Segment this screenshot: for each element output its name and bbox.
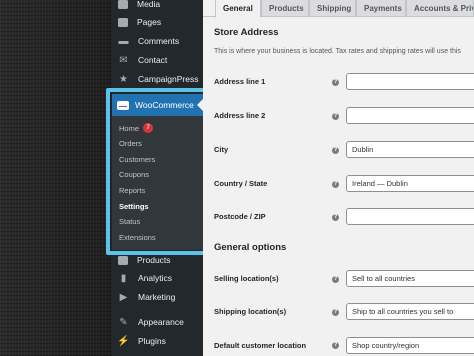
sidebar-item-label: CampaignPress	[138, 74, 199, 84]
submenu-item-label: Extensions	[119, 232, 156, 242]
products-icon	[118, 255, 128, 265]
address-line-2-label: Address line 2	[214, 111, 266, 120]
selling-locations-select[interactable]: Sell to all countries	[346, 270, 474, 287]
default-customer-location-select[interactable]: Shop country/region	[346, 337, 474, 354]
submenu-item-extensions[interactable]: Extensions	[119, 230, 156, 244]
appearance-icon: ✎	[119, 316, 128, 328]
tab-general[interactable]: General	[215, 0, 261, 18]
help-icon[interactable]: ?	[332, 342, 339, 349]
sidebar-item-label: Marketing	[138, 292, 176, 302]
sidebar-item-label: Appearance	[138, 317, 184, 327]
tab-shipping[interactable]: Shipping	[309, 0, 356, 17]
woocommerce-icon	[117, 100, 129, 110]
submenu-item-label: Orders	[119, 138, 142, 148]
star-icon: ★	[119, 73, 128, 85]
sidebar-item-appearance[interactable]: ✎ Appearance	[112, 312, 203, 332]
help-icon[interactable]: ?	[332, 147, 339, 154]
settings-content: General Products Shipping Payments Accou…	[203, 0, 474, 356]
pages-icon	[118, 17, 128, 27]
sidebar-item-label: Products	[137, 255, 171, 265]
sidebar-item-products[interactable]: Products	[112, 250, 203, 270]
analytics-icon: ▮	[120, 272, 127, 284]
shipping-locations-label: Shipping location(s)	[214, 307, 287, 316]
address-line-1-field[interactable]	[346, 73, 474, 90]
sidebar-item-label: WooCommerce	[135, 100, 194, 110]
tab-accounts-privacy[interactable]: Accounts & Priva	[406, 0, 474, 17]
address-line-2-field[interactable]	[346, 107, 474, 124]
default-customer-location-label: Default customer location	[214, 341, 307, 350]
sidebar-item-contact[interactable]: ✉ Contact	[112, 50, 203, 70]
submenu-item-label: Customers	[119, 154, 156, 164]
address-line-1-label: Address line 1	[214, 77, 266, 86]
contact-icon: ✉	[119, 54, 128, 66]
woocommerce-submenu: Home 7 Orders Customers Coupons Reports …	[112, 116, 203, 250]
sidebar-item-label: Media	[137, 0, 161, 9]
sidebar-item-woocommerce[interactable]: WooCommerce	[112, 94, 203, 116]
city-field[interactable]: Dublin	[346, 141, 474, 158]
tab-payments[interactable]: Payments	[356, 0, 406, 17]
section-title-store-address: Store Address	[214, 27, 279, 38]
submenu-item-label: Coupons	[119, 169, 150, 179]
submenu-item-status[interactable]: Status	[119, 214, 140, 228]
sidebar-item-label: Plugins	[138, 336, 166, 346]
store-address-description: This is where your business is located. …	[214, 48, 461, 55]
submenu-item-label: Home	[119, 123, 140, 133]
help-icon[interactable]: ?	[332, 214, 339, 221]
sidebar-item-comments[interactable]: ▬ Comments	[112, 31, 203, 51]
submenu-item-reports[interactable]: Reports	[119, 183, 145, 197]
comments-icon: ▬	[118, 35, 129, 47]
submenu-item-customers[interactable]: Customers	[119, 152, 155, 166]
help-icon[interactable]: ?	[332, 309, 339, 316]
settings-tabs: General Products Shipping Payments Accou…	[203, 0, 474, 18]
sidebar-item-label: Analytics	[138, 273, 173, 283]
background-texture	[0, 0, 112, 356]
help-icon[interactable]: ?	[332, 79, 339, 86]
help-icon[interactable]: ?	[332, 113, 339, 120]
submenu-item-label: Settings	[119, 201, 149, 211]
submenu-item-home[interactable]: Home 7	[119, 121, 154, 135]
selling-locations-label: Selling location(s)	[214, 274, 279, 283]
sidebar-item-pages[interactable]: Pages	[112, 12, 203, 32]
submenu-item-label: Reports	[119, 185, 146, 195]
sidebar-item-campaignpress[interactable]: ★ CampaignPress	[112, 69, 203, 89]
country-state-label: Country / State	[214, 179, 268, 188]
postcode-label: Postcode / ZIP	[214, 212, 266, 221]
help-icon[interactable]: ?	[332, 181, 339, 188]
country-state-select[interactable]: Ireland — Dublin	[346, 175, 474, 192]
sidebar-item-label: Pages	[137, 17, 162, 27]
sidebar-item-analytics[interactable]: ▮ Analytics	[112, 268, 203, 288]
submenu-item-label: Status	[119, 216, 141, 226]
section-title-general-options: General options	[214, 242, 287, 253]
help-icon[interactable]: ?	[332, 276, 339, 283]
submenu-item-coupons[interactable]: Coupons	[119, 167, 149, 181]
submenu-item-settings[interactable]: Settings	[119, 199, 149, 213]
media-icon	[118, 0, 128, 9]
sidebar-item-marketing[interactable]: ▶ Marketing	[112, 287, 203, 307]
submenu-item-orders[interactable]: Orders	[119, 136, 142, 150]
sidebar-item-plugins[interactable]: ⚡ Plugins	[112, 331, 203, 351]
tab-products[interactable]: Products	[261, 0, 309, 17]
sidebar-item-label: Contact	[138, 55, 168, 65]
notification-badge: 7	[143, 123, 154, 133]
shipping-locations-select[interactable]: Ship to all countries you sell to	[346, 303, 474, 320]
sidebar-item-label: Comments	[138, 36, 180, 46]
plugins-icon: ⚡	[117, 335, 130, 347]
admin-sidebar: Media Pages ▬ Comments ✉ Contact ★ Campa…	[112, 0, 203, 356]
postcode-field[interactable]	[346, 208, 474, 225]
city-label: City	[214, 145, 229, 154]
marketing-icon: ▶	[119, 291, 128, 303]
